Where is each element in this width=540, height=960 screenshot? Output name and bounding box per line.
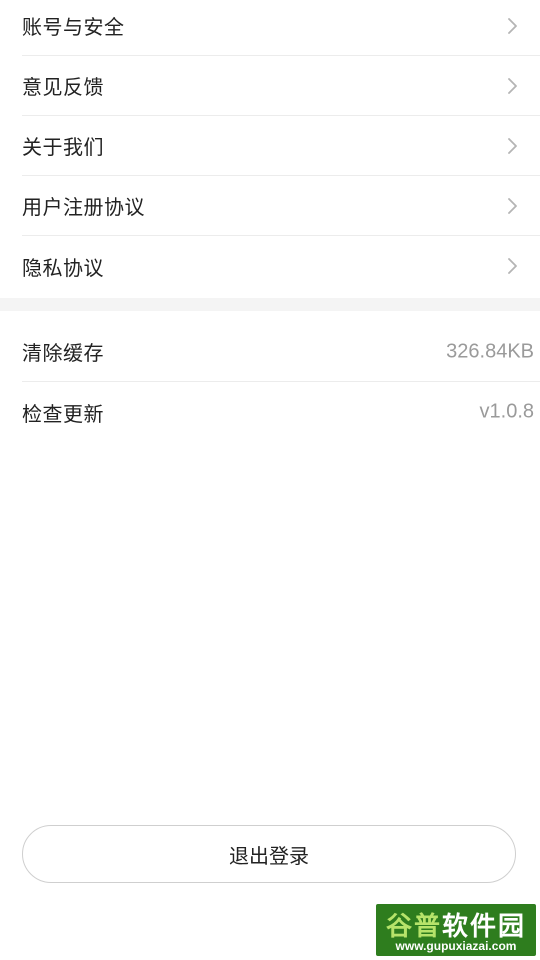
logout-button[interactable]: 退出登录 <box>22 825 516 883</box>
watermark-brand: 谷普软件园 <box>376 906 536 943</box>
version-value: v1.0.8 <box>479 400 534 423</box>
chevron-right-icon <box>508 258 517 274</box>
settings-group-app: 清除缓存 326.84KB 检查更新 v1.0.8 <box>0 322 540 442</box>
settings-item-account-security[interactable]: 账号与安全 <box>22 0 540 56</box>
watermark-url: www.gupuxiazai.com <box>395 939 517 953</box>
chevron-right-icon <box>508 77 517 94</box>
settings-item-privacy-policy[interactable]: 隐私协议 <box>22 236 540 296</box>
settings-item-label: 用户注册协议 <box>22 195 145 219</box>
watermark-brand-part2: 软件园 <box>442 912 527 942</box>
watermark-brand-part1: 谷普 <box>385 912 442 942</box>
settings-item-clear-cache[interactable]: 清除缓存 326.84KB <box>22 322 540 382</box>
settings-item-label: 清除缓存 <box>22 341 104 365</box>
settings-item-label: 意见反馈 <box>22 75 104 99</box>
settings-item-label: 账号与安全 <box>22 15 125 39</box>
settings-item-feedback[interactable]: 意见反馈 <box>22 56 540 116</box>
chevron-right-icon <box>508 197 517 214</box>
watermark-logo: 谷普软件园 www.gupuxiazai.com <box>376 904 536 956</box>
settings-item-label: 隐私协议 <box>22 255 104 280</box>
chevron-right-icon <box>508 17 517 34</box>
settings-item-about-us[interactable]: 关于我们 <box>22 116 540 176</box>
settings-group-account: 账号与安全 意见反馈 关于我们 用户注册协议 隐私协议 <box>0 0 540 296</box>
chevron-right-icon <box>508 137 517 154</box>
settings-item-check-update[interactable]: 检查更新 v1.0.8 <box>22 382 540 442</box>
cache-size-value: 326.84KB <box>446 340 534 362</box>
settings-item-label: 关于我们 <box>22 135 104 159</box>
section-divider <box>0 298 540 311</box>
settings-item-label: 检查更新 <box>22 401 104 426</box>
logout-button-label: 退出登录 <box>229 843 309 868</box>
settings-item-user-agreement[interactable]: 用户注册协议 <box>22 176 540 236</box>
